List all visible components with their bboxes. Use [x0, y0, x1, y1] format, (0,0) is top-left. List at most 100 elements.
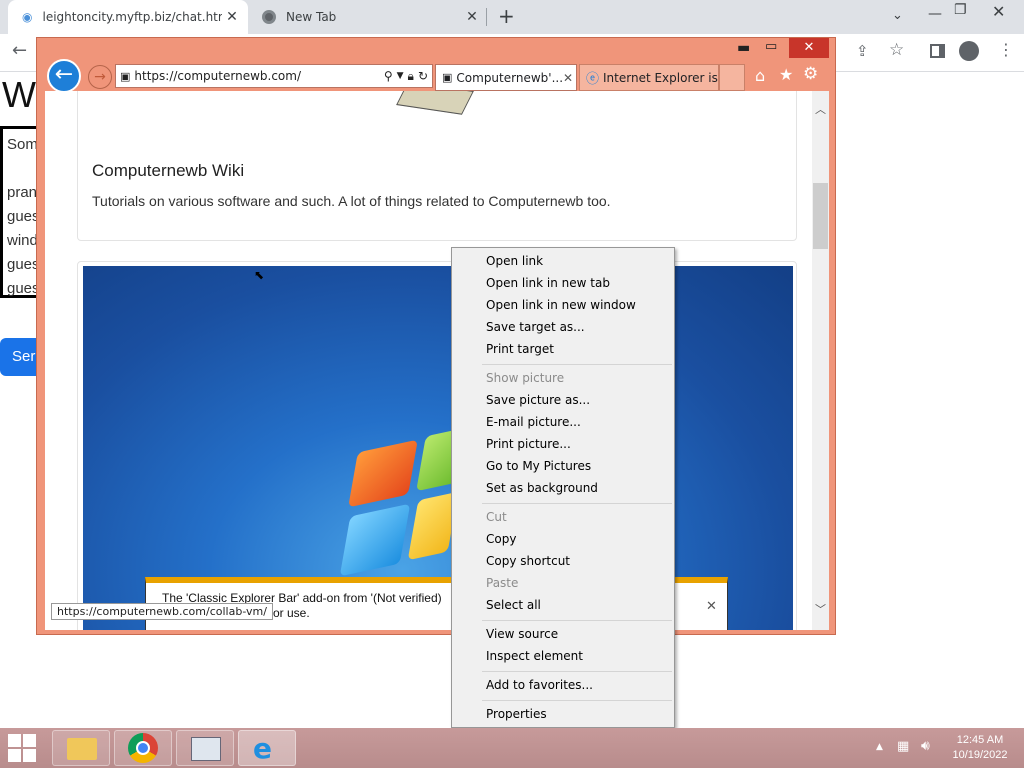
menu-separator — [482, 671, 672, 672]
scroll-down-icon[interactable]: ﹀ — [815, 601, 826, 617]
menu-item-save-picture[interactable]: Save picture as... — [486, 393, 590, 407]
ie-viewport: Computernewb Wiki Tutorials on various s… — [45, 91, 829, 630]
bookmark-star-icon[interactable]: ☆ — [889, 40, 904, 60]
menu-item-save-target[interactable]: Save target as... — [486, 320, 585, 334]
status-url-tooltip: https://computernewb.com/collab-vm/ — [51, 603, 273, 620]
taskbar: e ▲ ▦ 🔊︎ 12:45 AM 10/19/2022 — [0, 728, 1024, 768]
ie-window: ▬ ▭ ✕ ← → ▣ https://computernewb.com/ ⚲ … — [36, 37, 836, 635]
ie-maximize-icon[interactable]: ▭ — [765, 39, 777, 54]
send-button[interactable]: Ser — [0, 338, 40, 376]
restore-icon[interactable]: ❐ — [954, 2, 967, 18]
lock-icon[interactable]: 🔒︎ — [408, 69, 414, 84]
monitor-icon — [191, 737, 221, 761]
win7-flag-orange — [348, 439, 418, 508]
ie-logo-icon: e — [253, 732, 272, 765]
tray-expand-icon[interactable]: ▲ — [876, 742, 883, 752]
ie-forward-button[interactable]: → — [88, 65, 112, 89]
chrome-icon — [262, 10, 276, 24]
volume-icon[interactable]: 🔊︎ — [921, 738, 930, 754]
close-window-icon[interactable]: ✕ — [992, 2, 1005, 21]
chrome-icon — [128, 733, 158, 763]
ie-back-button[interactable]: ← — [47, 59, 81, 93]
menu-item-open-link-new-window[interactable]: Open link in new window — [486, 298, 636, 312]
chrome-tab-chat[interactable]: ◉ leightoncity.myftp.biz/chat.html ✕ — [8, 0, 248, 34]
mouse-cursor-icon: ⬉ — [254, 268, 265, 282]
folder-icon — [67, 738, 97, 760]
ie-tab-title: Internet Explorer is ... — [603, 70, 718, 85]
keyboard-image — [396, 91, 474, 115]
menu-item-inspect-element[interactable]: Inspect element — [486, 649, 583, 663]
menu-item-copy-shortcut[interactable]: Copy shortcut — [486, 554, 570, 568]
context-menu: Open link Open link in new tab Open link… — [451, 247, 675, 728]
close-tab-icon[interactable]: ✕ — [222, 9, 242, 25]
scroll-up-icon[interactable]: ︿ — [815, 101, 826, 117]
menu-item-my-pictures[interactable]: Go to My Pictures — [486, 459, 591, 473]
menu-item-set-background[interactable]: Set as background — [486, 481, 598, 495]
ie-address-text[interactable]: https://computernewb.com/ — [134, 69, 383, 83]
notification-text-2: or use. — [273, 606, 310, 620]
profile-avatar-icon[interactable] — [959, 41, 979, 61]
minimize-icon[interactable]: — — [928, 6, 942, 22]
globe-icon: ◉ — [22, 10, 33, 24]
menu-item-add-favorites[interactable]: Add to favorites... — [486, 678, 593, 692]
close-icon[interactable]: ✕ — [706, 599, 717, 614]
menu-item-email-picture[interactable]: E-mail picture... — [486, 415, 581, 429]
chat-log: Som pran gues wind gues gues — [0, 126, 40, 298]
sidepanel-icon[interactable] — [930, 44, 945, 58]
new-tab-button[interactable]: + — [498, 4, 515, 28]
windows-logo-icon — [8, 734, 21, 747]
win7-screenshot-image[interactable] — [83, 266, 793, 630]
menu-item-open-link-new-tab[interactable]: Open link in new tab — [486, 276, 610, 290]
chrome-tab-strip: ◉ leightoncity.myftp.biz/chat.html ✕ New… — [0, 0, 1024, 34]
start-button[interactable] — [8, 734, 38, 762]
taskbar-task-manager[interactable] — [176, 730, 234, 766]
menu-dots-icon[interactable]: ⋮ — [998, 40, 1014, 59]
chrome-tab-newtab[interactable]: New Tab ✕ — [252, 0, 488, 34]
clock[interactable]: 12:45 AM 10/19/2022 — [940, 733, 1020, 763]
ie-close-button[interactable]: ✕ — [789, 38, 829, 58]
menu-item-open-link[interactable]: Open link — [486, 254, 543, 268]
refresh-icon[interactable]: ↻ — [418, 69, 428, 83]
win7-flag-blue — [339, 503, 411, 577]
ie-scrollbar[interactable]: ︿ ﹀ — [812, 91, 829, 630]
close-tab-icon[interactable]: ✕ — [462, 9, 482, 25]
wiki-card[interactable]: Computernewb Wiki Tutorials on various s… — [77, 91, 797, 241]
search-icon[interactable]: ⚲ — [384, 69, 393, 83]
clock-date: 10/19/2022 — [952, 749, 1008, 761]
tab-divider — [486, 8, 487, 26]
clock-time: 12:45 AM — [956, 734, 1004, 746]
close-tab-icon[interactable]: ✕ — [563, 71, 573, 85]
scrollbar-thumb[interactable] — [813, 183, 828, 249]
menu-item-print-target[interactable]: Print target — [486, 342, 554, 356]
taskbar-explorer[interactable] — [52, 730, 110, 766]
menu-item-paste: Paste — [486, 576, 519, 590]
ie-minimize-icon[interactable]: ▬ — [737, 40, 750, 56]
menu-item-copy[interactable]: Copy — [486, 532, 516, 546]
ie-tab-internet-explorer[interactable]: ⓔ Internet Explorer is ... — [579, 64, 719, 91]
ie-tab-computernewb[interactable]: ▣ Computernewb'... ✕ — [435, 64, 577, 91]
ie-address-bar[interactable]: ▣ https://computernewb.com/ ⚲ ▼ 🔒︎ ↻ — [115, 64, 433, 88]
taskbar-ie[interactable]: e — [238, 730, 296, 766]
menu-separator — [482, 620, 672, 621]
dropdown-icon[interactable]: ▼ — [397, 71, 404, 81]
collabvm-card[interactable] — [77, 261, 797, 630]
ie-logo-icon: ⓔ — [586, 72, 600, 87]
menu-separator — [482, 700, 672, 701]
menu-item-select-all[interactable]: Select all — [486, 598, 541, 612]
back-arrow-icon[interactable]: ← — [12, 40, 27, 61]
chrome-tab-title: New Tab — [286, 10, 337, 24]
menu-separator — [482, 503, 672, 504]
share-icon[interactable]: ⇪ — [856, 42, 869, 60]
menu-item-properties[interactable]: Properties — [486, 707, 547, 721]
ie-new-tab-button[interactable] — [719, 64, 745, 91]
favorites-star-icon[interactable]: ★ — [779, 65, 793, 84]
network-icon[interactable]: ▦ — [897, 739, 909, 754]
menu-item-view-source[interactable]: View source — [486, 627, 558, 641]
card-title[interactable]: Computernewb Wiki — [92, 161, 244, 181]
gear-icon[interactable]: ⚙ — [803, 64, 818, 84]
page-icon: ▣ — [442, 71, 453, 84]
taskbar-chrome[interactable] — [114, 730, 172, 766]
menu-item-print-picture[interactable]: Print picture... — [486, 437, 571, 451]
home-icon[interactable]: ⌂ — [755, 66, 765, 85]
chevron-down-icon[interactable]: ⌄ — [892, 8, 903, 23]
